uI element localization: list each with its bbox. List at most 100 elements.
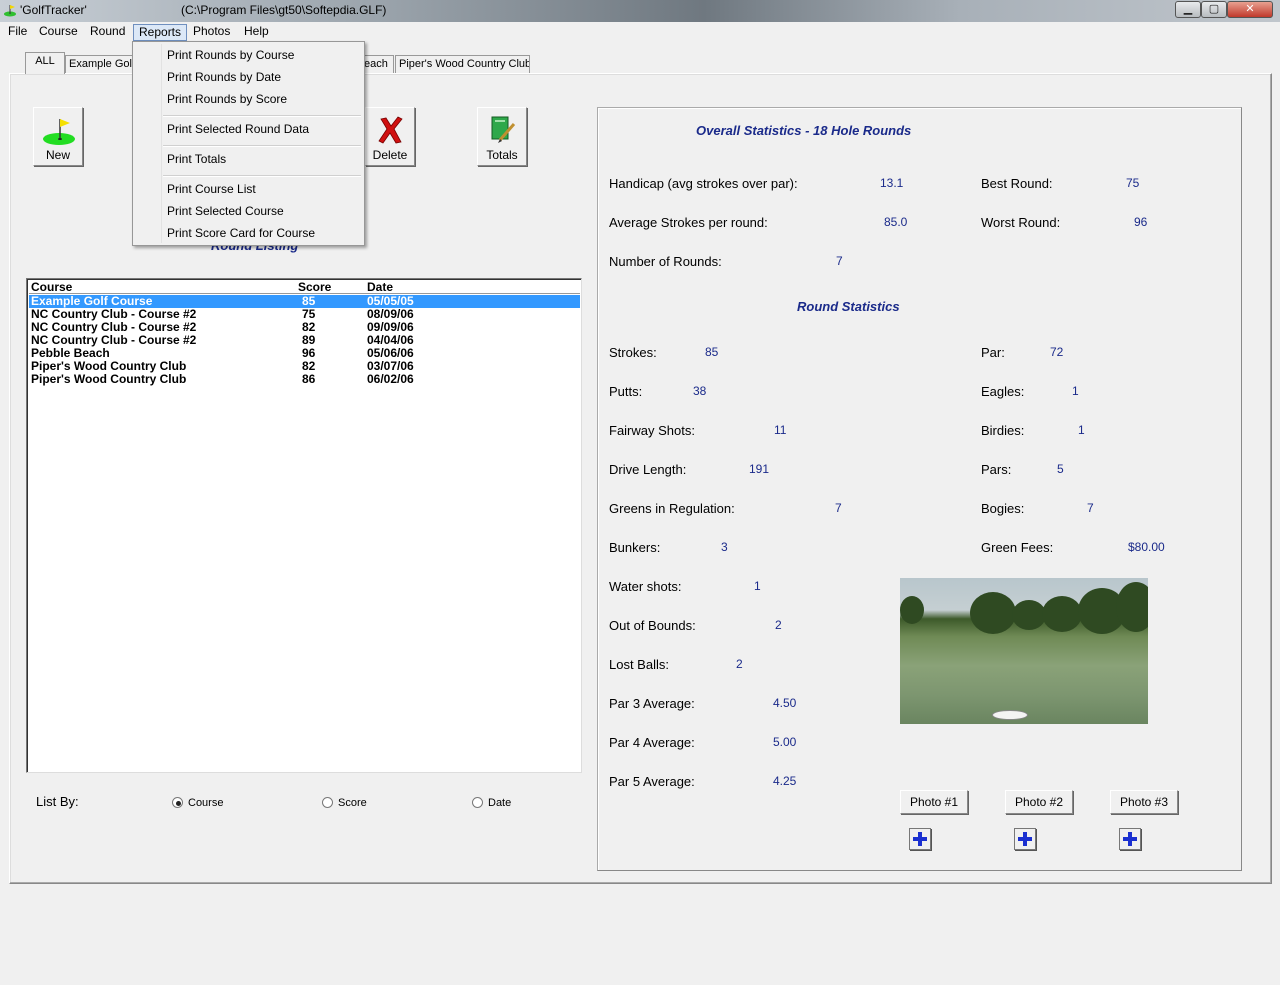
average-strokes-value: 85.0	[884, 215, 908, 229]
delete-x-icon	[378, 116, 403, 144]
list-by-course-label: Course	[188, 797, 224, 809]
water-shots-label: Water shots:	[609, 579, 682, 594]
par4-average-value: 5.00	[773, 735, 797, 749]
column-score[interactable]: Score	[298, 280, 331, 294]
photo-3-button[interactable]: Photo #3	[1110, 790, 1178, 814]
menu-item-print-selected-round-data[interactable]: Print Selected Round Data	[167, 122, 309, 136]
menu-separator	[163, 115, 361, 117]
bunkers-label: Bunkers:	[609, 540, 661, 555]
overall-stats-heading: Overall Statistics - 18 Hole Rounds	[696, 123, 912, 138]
birdies-value: 1	[1078, 423, 1085, 437]
new-button[interactable]: New	[33, 107, 83, 166]
par4-average-label: Par 4 Average:	[609, 735, 695, 750]
window-title: 'GolfTracker'	[20, 3, 87, 17]
greens-in-regulation-label: Greens in Regulation:	[609, 501, 735, 516]
eagles-value: 1	[1072, 384, 1079, 398]
maximize-button[interactable]: ▢	[1201, 1, 1227, 18]
pars-value: 5	[1057, 462, 1064, 476]
golf-flag-icon	[43, 119, 75, 145]
putts-label: Putts:	[609, 384, 643, 399]
best-round-value: 75	[1126, 176, 1140, 190]
totals-notepad-icon	[491, 116, 516, 143]
drive-length-label: Drive Length:	[609, 462, 687, 477]
bogies-label: Bogies:	[981, 501, 1025, 516]
column-course[interactable]: Course	[31, 280, 72, 294]
menu-round[interactable]: Round	[85, 24, 130, 41]
green-fees-label: Green Fees:	[981, 540, 1054, 555]
menu-item-print-totals[interactable]: Print Totals	[167, 152, 226, 166]
menu-file[interactable]: File	[3, 24, 32, 41]
totals-button-label: Totals	[486, 148, 518, 162]
putts-value: 38	[693, 384, 707, 398]
table-row[interactable]: Piper's Wood Country Club 86 06/02/06	[29, 373, 580, 386]
worst-round-label: Worst Round:	[981, 215, 1061, 230]
reports-dropdown-menu: Print Rounds by Course Print Rounds by D…	[132, 41, 365, 246]
birdies-label: Birdies:	[981, 423, 1025, 438]
par5-average-label: Par 5 Average:	[609, 774, 695, 789]
handicap-value: 13.1	[880, 176, 904, 190]
list-by-label: List By:	[36, 794, 79, 809]
par3-average-value: 4.50	[773, 696, 797, 710]
delete-button-label: Delete	[372, 148, 408, 162]
worst-round-value: 96	[1134, 215, 1148, 229]
photo-1-button[interactable]: Photo #1	[900, 790, 968, 814]
minimize-button[interactable]: ▁	[1175, 1, 1201, 18]
golf-app-icon	[4, 5, 16, 17]
menu-item-print-rounds-by-course[interactable]: Print Rounds by Course	[167, 48, 294, 62]
add-photo-1-button[interactable]	[909, 828, 931, 850]
window-file-path: (C:\Program Files\gt50\Softepdia.GLF)	[181, 3, 387, 17]
menu-separator	[163, 175, 361, 177]
menu-item-print-course-list[interactable]: Print Course List	[167, 182, 256, 196]
number-of-rounds-value: 7	[836, 254, 843, 268]
fairway-shots-label: Fairway Shots:	[609, 423, 695, 438]
number-of-rounds-label: Number of Rounds:	[609, 254, 722, 269]
add-photo-3-button[interactable]	[1119, 828, 1141, 850]
plus-icon	[918, 832, 922, 846]
lost-balls-value: 2	[736, 657, 743, 671]
par3-average-label: Par 3 Average:	[609, 696, 695, 711]
totals-button[interactable]: Totals	[477, 107, 527, 166]
list-by-score-label: Score	[338, 797, 367, 809]
bogies-value: 7	[1087, 501, 1094, 515]
menu-item-print-selected-course[interactable]: Print Selected Course	[167, 204, 284, 218]
green-fees-value: $80.00	[1128, 540, 1165, 554]
tab-all[interactable]: ALL	[25, 52, 65, 74]
plus-icon	[1023, 832, 1027, 846]
round-list[interactable]: Course Score Date Example Golf Course 85…	[26, 278, 582, 773]
menu-bar: File Course Round Reports Photos Help	[0, 22, 1280, 41]
menu-photos[interactable]: Photos	[188, 24, 235, 41]
strokes-label: Strokes:	[609, 345, 657, 360]
photo-2-button[interactable]: Photo #2	[1005, 790, 1073, 814]
menu-item-print-score-card[interactable]: Print Score Card for Course	[167, 226, 315, 240]
par5-average-value: 4.25	[773, 774, 797, 788]
tab-pipers-wood[interactable]: Piper's Wood Country Club	[395, 55, 530, 74]
plus-icon	[1128, 832, 1132, 846]
menu-course[interactable]: Course	[34, 24, 83, 41]
menu-item-print-rounds-by-score[interactable]: Print Rounds by Score	[167, 92, 287, 106]
tab-pebble-beach[interactable]: each	[360, 55, 394, 74]
average-strokes-label: Average Strokes per round:	[609, 215, 768, 230]
menu-help[interactable]: Help	[239, 24, 274, 41]
row-date: 06/02/06	[367, 372, 414, 386]
round-stats-heading: Round Statistics	[797, 299, 900, 314]
close-button[interactable]: ✕	[1227, 1, 1273, 18]
delete-button[interactable]: Delete	[365, 107, 415, 166]
tab-example-golf[interactable]: Example Golf	[65, 55, 135, 74]
par-label: Par:	[981, 345, 1005, 360]
add-photo-2-button[interactable]	[1014, 828, 1036, 850]
row-course: Piper's Wood Country Club	[31, 372, 187, 386]
menu-reports[interactable]: Reports	[133, 24, 188, 41]
column-date[interactable]: Date	[367, 280, 393, 294]
radio-dot[interactable]	[322, 797, 333, 808]
pars-label: Pars:	[981, 462, 1012, 477]
eagles-label: Eagles:	[981, 384, 1025, 399]
course-photo	[900, 578, 1148, 724]
menu-item-print-rounds-by-date[interactable]: Print Rounds by Date	[167, 70, 281, 84]
bunkers-value: 3	[721, 540, 728, 554]
row-score: 86	[302, 372, 316, 386]
title-bar: 'GolfTracker' (C:\Program Files\gt50\Sof…	[0, 0, 1280, 22]
list-header: Course Score Date	[29, 280, 580, 294]
radio-dot[interactable]	[472, 797, 483, 808]
radio-dot[interactable]	[172, 797, 183, 808]
new-button-label: New	[45, 148, 70, 162]
